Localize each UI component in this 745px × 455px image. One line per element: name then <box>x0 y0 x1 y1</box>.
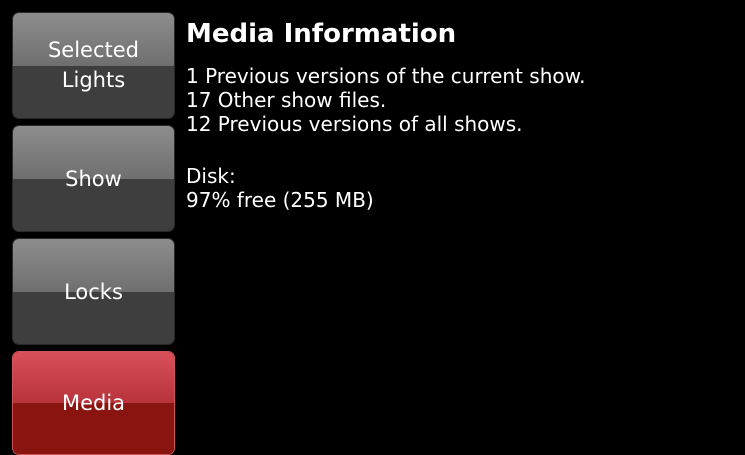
sidebar-button-selected-lights[interactable]: Selected Lights <box>12 12 175 119</box>
info-line-all-show-versions: 12 Previous versions of all shows. <box>186 112 523 136</box>
sidebar-button-locks[interactable]: Locks <box>12 238 175 345</box>
sidebar-button-label: Media <box>61 391 126 415</box>
sidebar-button-label: Show <box>65 166 122 191</box>
disk-free-value: 97% free (255 MB) <box>186 188 374 212</box>
info-line-other-show-files: 17 Other show files. <box>186 88 387 112</box>
page-title: Media Information <box>186 19 457 49</box>
screen: Selected Lights Show Locks Media Media I… <box>0 0 745 455</box>
sidebar-button-media[interactable]: Media <box>12 351 175 455</box>
sidebar-button-label: Locks <box>64 279 123 304</box>
media-info-panel: Media Information 1 Previous versions of… <box>186 18 736 212</box>
sidebar-button-label: Selected Lights <box>47 38 140 92</box>
disk-label: Disk: <box>186 164 236 188</box>
info-line-current-show-versions: 1 Previous versions of the current show. <box>186 64 586 88</box>
sidebar-button-show[interactable]: Show <box>12 125 175 232</box>
